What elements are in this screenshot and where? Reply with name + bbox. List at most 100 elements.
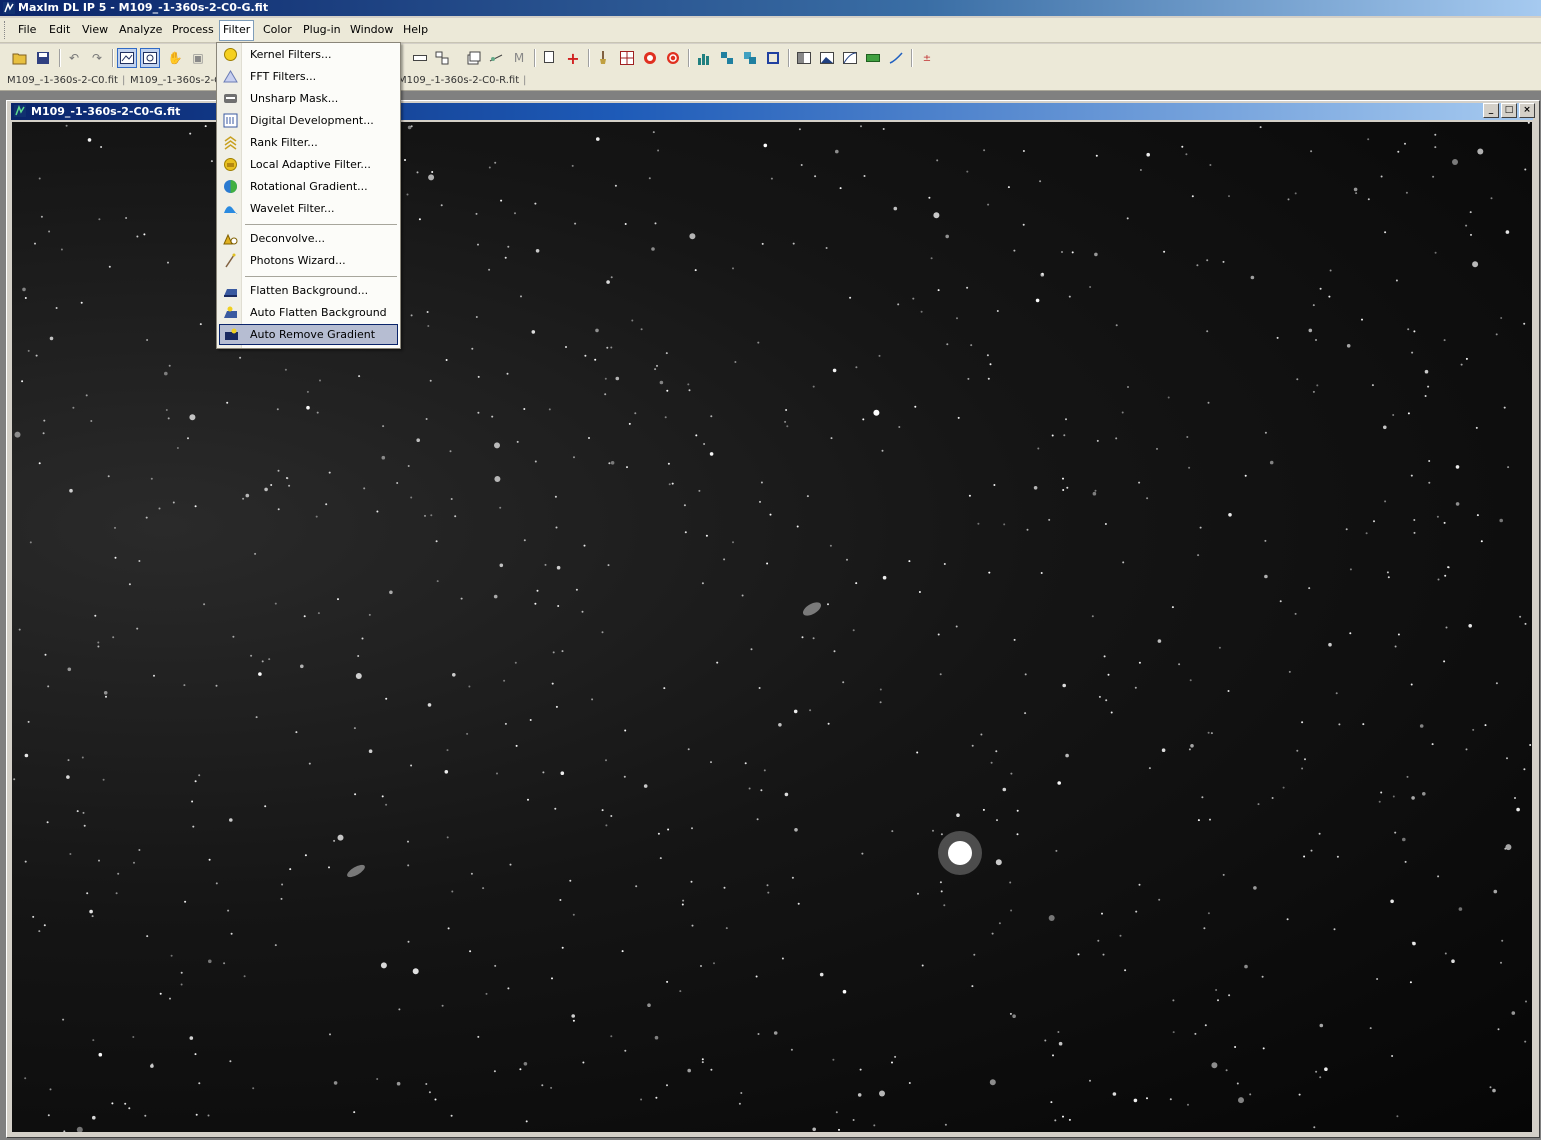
maximize-button[interactable]: □ [1501,103,1517,118]
menu-item-auto-flatten-background[interactable]: Auto Flatten Background [219,302,398,323]
star [1236,1082,1239,1085]
layers-icon[interactable] [432,48,452,68]
plus-minus-icon[interactable]: ± [917,48,937,68]
star [425,418,428,420]
star [1062,489,1065,491]
menu-analyze[interactable]: Analyze [116,21,165,39]
star [1068,1118,1071,1121]
doc-tab[interactable]: M109_-1-360s-2-C [130,72,221,90]
menu-process[interactable]: Process [169,21,217,39]
star [1066,486,1069,489]
star [1077,953,1080,956]
star [396,1081,401,1086]
star [167,261,169,264]
star [842,989,847,994]
ruler-icon[interactable] [410,48,430,68]
star [610,461,615,465]
menu-item-auto-remove-gradient[interactable]: Auto Remove Gradient [219,324,398,345]
star [1264,539,1267,542]
star [285,477,288,479]
crosshair-icon[interactable]: + [563,48,583,68]
histogram-icon[interactable] [694,48,714,68]
red-circle-icon[interactable] [663,48,683,68]
star [983,149,986,152]
menu-item-unsharp-mask[interactable]: Unsharp Mask... [219,88,398,109]
menu-view[interactable]: View [79,21,111,39]
menu-file[interactable]: File [15,21,39,39]
menu-edit[interactable]: Edit [46,21,73,39]
tile-icon[interactable] [717,48,737,68]
menu-item-photons-wizard[interactable]: Photons Wizard... [219,250,398,271]
star [1022,223,1025,226]
unsharp-mask-icon [224,94,237,103]
copy-icon[interactable] [540,48,560,68]
star [873,409,880,416]
menu-item-flatten-background[interactable]: Flatten Background... [219,280,398,301]
target-icon[interactable] [640,48,660,68]
star [989,363,992,366]
curves-icon[interactable] [840,48,860,68]
slider-icon[interactable] [863,48,883,68]
star [624,223,627,225]
star [361,637,364,640]
star [605,759,607,762]
redo-icon[interactable]: ↷ [87,48,107,68]
brush-icon[interactable] [593,48,613,68]
measure-icon[interactable]: Ⅿ [509,48,529,68]
star [507,245,510,248]
minimize-button[interactable]: _ [1483,103,1499,118]
star [1057,1031,1060,1033]
menu-window[interactable]: Window [347,21,396,39]
menu-item-fft-filters[interactable]: FFT Filters... [219,66,398,87]
star [833,650,836,653]
star [189,1036,194,1040]
star [943,904,946,907]
menu-plugin[interactable]: Plug-in [300,21,344,39]
menu-help[interactable]: Help [400,21,431,39]
star [758,687,761,689]
stack-icon[interactable] [464,48,484,68]
star [989,1079,996,1086]
star [170,954,173,957]
star [928,196,931,199]
zoom-fit-icon[interactable] [140,48,160,68]
star [1349,632,1352,635]
save-icon[interactable] [33,48,53,68]
star [1404,860,1407,863]
star [303,615,306,618]
star [1428,460,1431,462]
doc-tab[interactable]: M109_-1-360s-2-C0-R.fit [398,72,519,90]
frame-icon[interactable] [763,48,783,68]
star [683,504,686,507]
star [761,242,764,245]
menu-filter[interactable]: Filter [219,20,255,41]
levels-icon[interactable] [794,48,814,68]
lock-icon[interactable]: ▣ [188,48,208,68]
menu-item-rotational-gradient[interactable]: Rotational Gradient... [219,176,398,197]
star [1312,390,1315,393]
doc-tab[interactable]: M109_-1-360s-2-C0.fit [7,72,118,90]
menu-item-kernel-filters[interactable]: Kernel Filters... [219,44,398,65]
menu-item-deconvolve[interactable]: Deconvolve... [219,228,398,249]
image-icon[interactable] [817,48,837,68]
star [1139,169,1142,171]
align-icon[interactable] [486,48,506,68]
star [258,672,262,676]
undo-icon[interactable]: ↶ [64,48,84,68]
menu-item-rank-filter[interactable]: Rank Filter... [219,132,398,153]
toolbar-separator [911,49,913,67]
close-button[interactable]: × [1519,103,1535,118]
menu-item-digital-development[interactable]: Digital Development... [219,110,398,131]
grid-icon[interactable] [617,48,637,68]
star [1062,477,1064,480]
star [1434,251,1437,254]
star [493,594,498,599]
cascade-icon[interactable] [740,48,760,68]
hand-icon[interactable]: ✋ [165,48,185,68]
line-icon[interactable] [886,48,906,68]
open-icon[interactable] [10,48,30,68]
menu-item-local-adaptive-filter[interactable]: Local Adaptive Filter... [219,154,398,175]
screen-stretch-icon[interactable] [117,48,137,68]
menu-item-wavelet-filter[interactable]: Wavelet Filter... [219,198,398,219]
menu-color[interactable]: Color [260,21,295,39]
